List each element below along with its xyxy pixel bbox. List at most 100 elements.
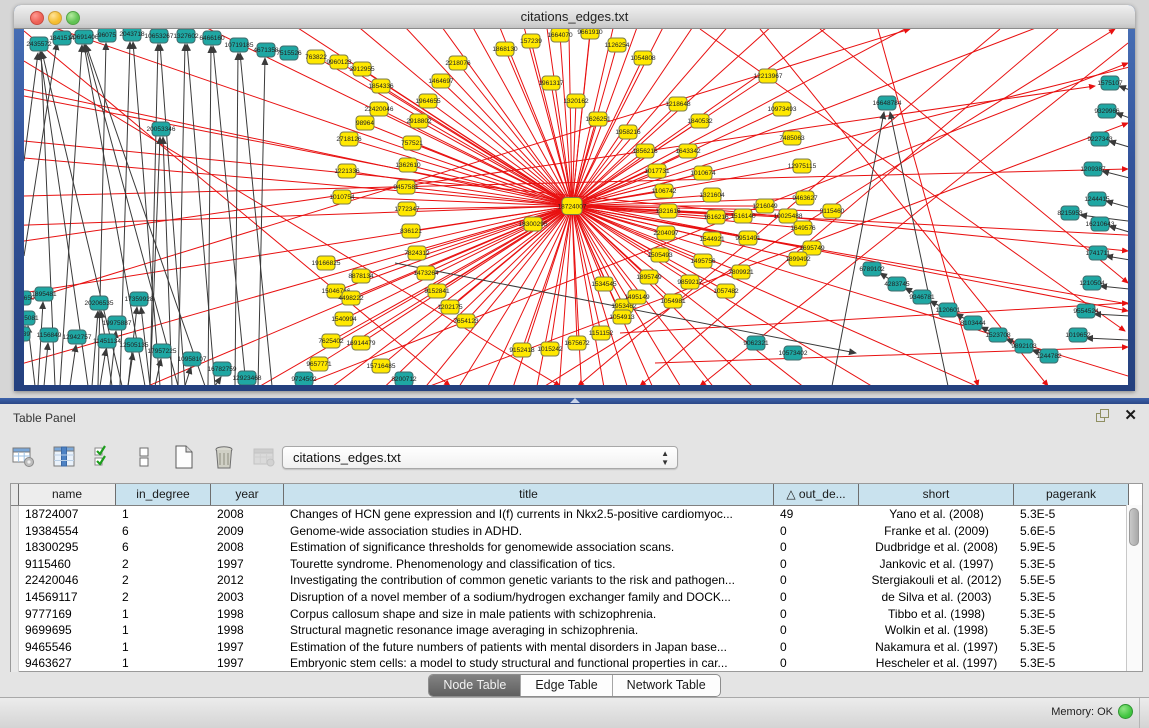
row-selector[interactable] [11,655,19,672]
tab-node-table[interactable]: Node Table [429,675,521,696]
cell-in_degree: 2 [116,556,211,573]
splitter-handle-icon[interactable] [570,398,580,403]
cell-out_degree: 0 [774,639,859,656]
row-selector[interactable] [11,539,19,556]
graph-node-label: 9227343 [1087,136,1113,143]
table-scrollbar[interactable] [1126,505,1142,671]
graph-node-label: 8878134 [348,273,374,280]
black-edge [24,53,38,161]
graph-node-label: 10025488 [774,213,803,220]
tab-network-table[interactable]: Network Table [613,675,720,696]
memory-status-label: Memory: OK [1051,706,1113,718]
cell-out_degree: 0 [774,539,859,556]
row-selector[interactable] [11,639,19,656]
cell-in_degree: 2 [116,572,211,589]
graph-node-label: 7515526 [276,50,302,57]
graph-node-label: 10573402 [779,350,808,357]
cell-name: 22420046 [19,572,116,589]
column-header-short[interactable]: short [859,484,1014,505]
graph-node-label: 12505135 [120,342,149,349]
float-panel-icon[interactable] [1096,409,1110,423]
close-panel-icon[interactable]: ✕ [1124,409,1137,423]
black-edge [70,345,76,385]
column-header-out_degree[interactable]: △ out_de... [774,484,859,505]
table-row[interactable]: 946554611997Estimation of the future num… [11,639,1142,656]
table-selector-dropdown[interactable]: citations_edges.txt ▲▼ [282,446,678,469]
black-edge [1094,314,1128,317]
black-edge [44,343,48,385]
table-row[interactable]: 969969511998Structural magnetic resonanc… [11,622,1142,639]
graph-node-label: 4671358 [253,47,279,54]
table-row[interactable]: 1872400712008Changes of HCN gene express… [11,506,1142,523]
row-selector[interactable] [11,556,19,573]
cell-in_degree: 1 [116,606,211,623]
column-select-button[interactable] [50,443,78,471]
table-selector-value: citations_edges.txt [293,450,401,465]
graph-node-label: 1106742 [652,188,677,195]
table-row[interactable]: 946362711997Embryonic stem cells: a mode… [11,655,1142,672]
checklist-button[interactable] [90,443,118,471]
cell-year: 1997 [211,639,284,656]
graph-node-label: 1958216 [615,129,641,136]
cell-title: Genome-wide association studies in ADHD. [284,523,774,540]
black-edge [1102,171,1128,183]
graph-node-label: 12923468 [233,375,262,382]
cell-in_degree: 1 [116,506,211,523]
graph-node-label: 11451134 [93,338,121,345]
network-view[interactable]: 2435572184151420691406960752043718106532… [24,29,1128,385]
column-header-in_degree[interactable]: in_degree [116,484,211,505]
row-selector[interactable] [11,572,19,589]
graph-node-label: 33139 [24,331,30,338]
table-settings-button[interactable] [10,443,38,471]
cell-name: 18724007 [19,506,116,523]
column-header-pagerank[interactable]: pagerank [1014,484,1129,505]
column-header-title[interactable]: title [284,484,774,505]
memory-status-icon[interactable] [1118,704,1133,719]
graph-node-label: 9951491 [735,235,761,242]
table-row[interactable]: 2242004622012Investigating the contribut… [11,572,1142,589]
table-row[interactable]: 1938455462009Genome-wide association stu… [11,523,1142,540]
network-canvas[interactable]: 2435572184151420691406960752043718106532… [24,29,1128,385]
window-titlebar[interactable]: citations_edges.txt [14,5,1135,29]
graph-node-label: 9062321 [743,340,769,347]
graph-node-label: 9463627 [792,195,818,202]
column-header-name[interactable]: name [19,484,116,505]
graph-node-label: 9115460 [820,208,845,215]
tab-edge-table[interactable]: Edge Table [521,675,612,696]
row-selector[interactable] [11,506,19,523]
row-selector[interactable] [11,589,19,606]
table-row[interactable]: 977716911998Corpus callosum shape and si… [11,606,1142,623]
row-selector[interactable] [11,523,19,540]
row-selector[interactable] [11,606,19,623]
graph-node-label: 4283745 [884,281,910,288]
checkbox-list-button[interactable] [130,443,158,471]
table-row[interactable]: 1456911722003Disruption of a novel membe… [11,589,1142,606]
graph-node-label: 9859217 [677,279,703,286]
graph-node-label: 1840532 [687,118,713,125]
cell-short: Franke et al. (2009) [859,523,1014,540]
cell-short: Nakamura et al. (1997) [859,639,1014,656]
table-tabs: Node TableEdge TableNetwork Table [0,674,1149,697]
cell-out_degree: 0 [774,606,859,623]
column-header-year[interactable]: year [211,484,284,505]
graph-node-label: 1675672 [564,340,590,347]
cell-out_degree: 0 [774,655,859,672]
row-selector[interactable] [11,622,19,639]
table-row[interactable]: 911546021997Tourette syndrome. Phenomeno… [11,556,1142,573]
graph-node-label: 1895481 [31,291,57,298]
graph-node-label: 10653267 [145,33,174,40]
cell-out_degree: 0 [774,523,859,540]
graph-node-label: 2718126 [336,136,362,143]
cell-year: 2009 [211,523,284,540]
cell-title: Disruption of a novel member of a sodium… [284,589,774,606]
graph-node-label: 836121 [400,228,422,235]
graph-node-label: 16914479 [347,340,376,347]
red-edge [419,121,572,206]
table-row[interactable]: 1830029562008Estimation of significance … [11,539,1142,556]
delete-button[interactable] [210,443,238,471]
cell-in_degree: 1 [116,639,211,656]
graph-node-label: 7625402 [318,338,344,345]
graph-node-label: 1868130 [492,46,518,53]
new-file-button[interactable] [170,443,198,471]
scrollbar-thumb[interactable] [1129,508,1139,546]
